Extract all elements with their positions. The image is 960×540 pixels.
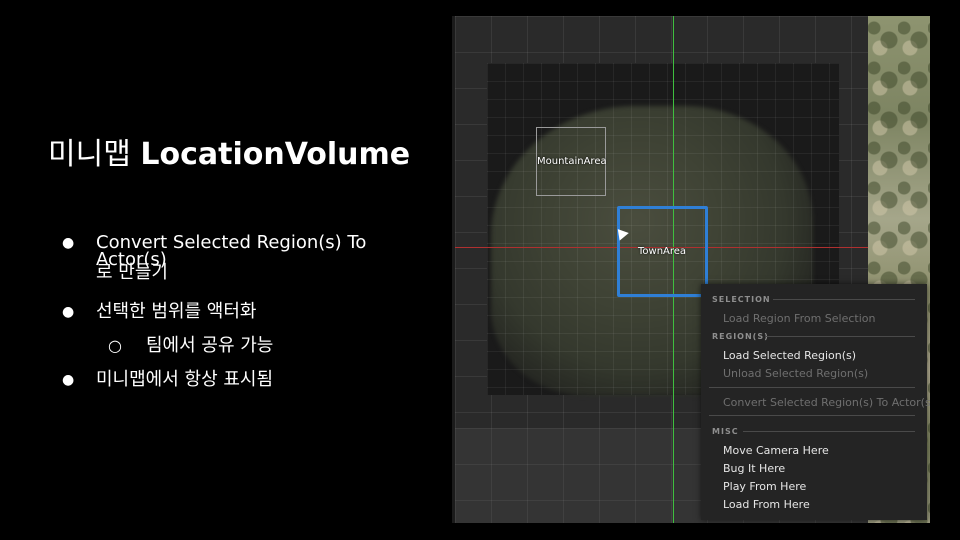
bullet-marker: ●: [62, 304, 75, 320]
menu-item-load-from-here[interactable]: Load From Here: [723, 498, 810, 511]
menu-separator: [709, 415, 915, 416]
region-label-town: TownArea: [638, 246, 687, 257]
menu-item-load-region-from-selection[interactable]: Load Region From Selection: [723, 312, 875, 325]
bullet-marker: ●: [62, 235, 75, 251]
menu-item-bug-it-here[interactable]: Bug It Here: [723, 462, 785, 475]
menu-item-play-from-here[interactable]: Play From Here: [723, 480, 806, 493]
menu-header-regions: REGION(S): [712, 332, 769, 341]
bullet-item-convert: ● Convert Selected Region(s) To Actor(s)…: [62, 233, 366, 283]
menu-header-rule: [765, 336, 915, 337]
sub-bullet-marker: ○: [108, 336, 122, 355]
context-menu: SELECTION Load Region From Selection REG…: [701, 284, 930, 520]
menu-item-unload-selected-regions[interactable]: Unload Selected Region(s): [723, 367, 868, 380]
menu-separator: [709, 387, 915, 388]
menu-header-selection: SELECTION: [712, 295, 771, 304]
bullet-text: 미니맵에서 항상 표시됨: [96, 369, 274, 390]
bullet-marker: ●: [62, 372, 75, 388]
bullet-list: ● Convert Selected Region(s) To Actor(s)…: [0, 0, 440, 540]
region-label-mountain: MountainArea: [537, 156, 607, 167]
editor-screenshot: MountainArea TownArea SELECTION Load Reg…: [452, 16, 930, 523]
bullet-item-actorize: ● 선택한 범위를 액터화: [62, 301, 257, 322]
bullet-text: 선택한 범위를 액터화: [96, 301, 257, 322]
bullet-text-line3: 로 만들기: [96, 262, 168, 283]
bullet-text: 팀에서 공유 가능: [146, 335, 274, 356]
menu-item-move-camera-here[interactable]: Move Camera Here: [723, 444, 829, 457]
menu-header-rule: [743, 431, 915, 432]
menu-header-misc: MISC: [712, 427, 739, 436]
bullet-item-always-shown: ● 미니맵에서 항상 표시됨: [62, 369, 274, 390]
menu-item-convert-regions-to-actors[interactable]: Convert Selected Region(s) To Actor(s): [723, 396, 930, 409]
bullet-subitem-share: ○ 팀에서 공유 가능: [108, 335, 274, 356]
menu-header-rule: [773, 299, 915, 300]
menu-item-load-selected-regions[interactable]: Load Selected Region(s): [723, 349, 856, 362]
